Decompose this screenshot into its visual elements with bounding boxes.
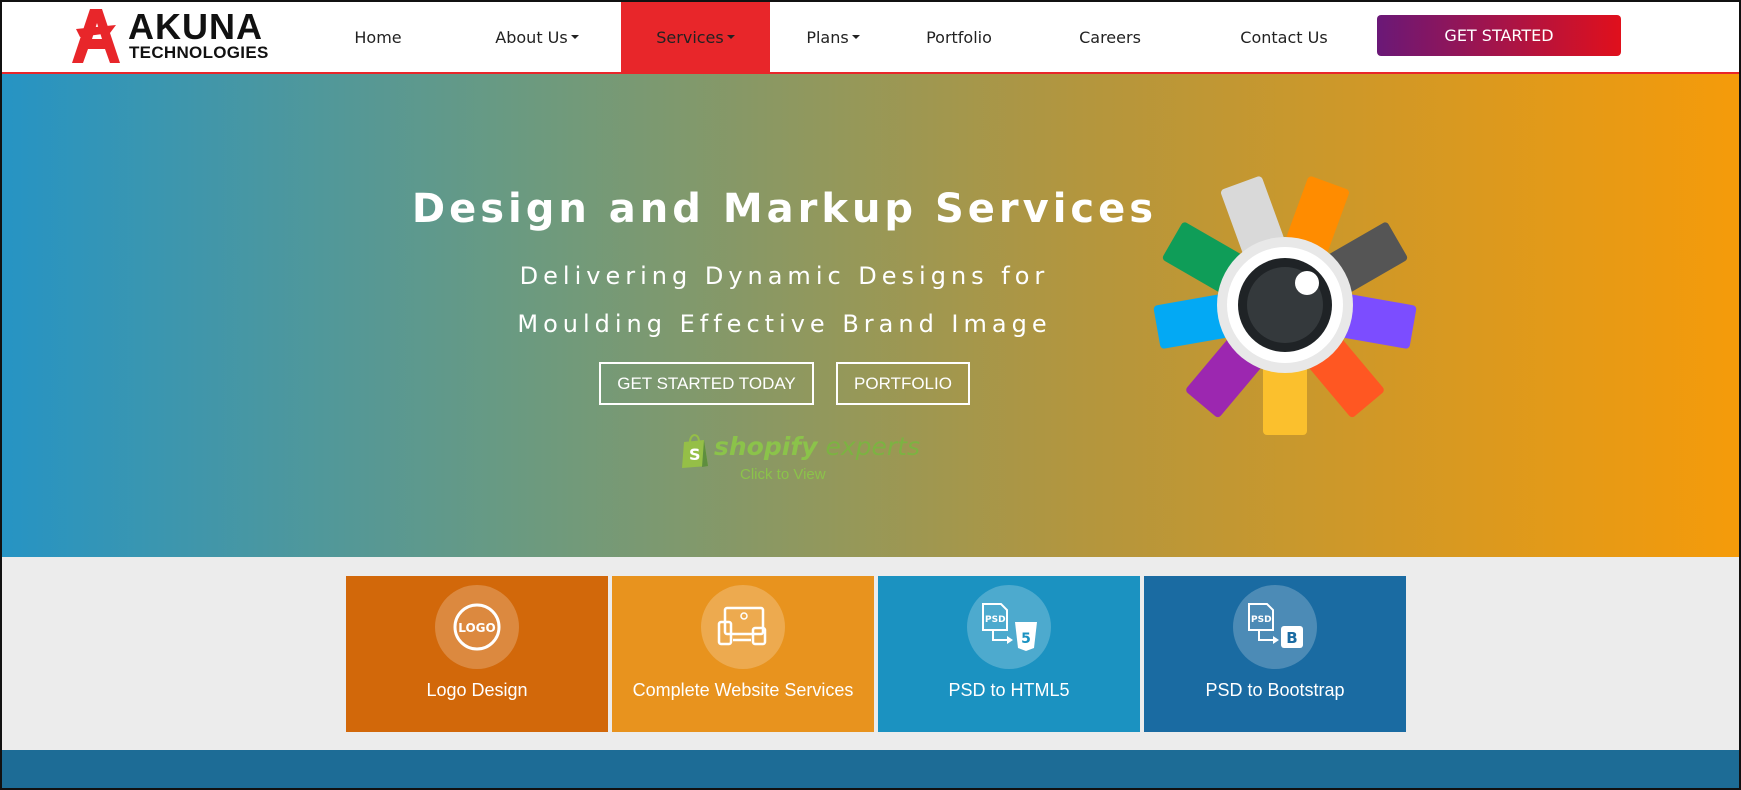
svg-text:PSD: PSD — [985, 615, 1006, 625]
nav-item-portfolio[interactable]: Portfolio — [910, 2, 1008, 72]
caret-down-icon — [726, 35, 735, 39]
nav-item-label: Careers — [1079, 27, 1141, 47]
svg-text:5: 5 — [1021, 631, 1031, 647]
shopify-bag-icon: S — [682, 434, 708, 468]
svg-text:PSD: PSD — [1251, 615, 1272, 625]
service-label: PSD to Bootstrap — [1205, 680, 1345, 700]
service-card-complete-website[interactable]: Complete Website Services — [612, 576, 874, 732]
hero-banner: Design and Markup Services Delivering Dy… — [2, 74, 1739, 557]
nav-item-label: Plans — [806, 27, 849, 47]
get-started-button[interactable]: GET STARTED — [1377, 15, 1621, 56]
devices-icon — [717, 606, 767, 646]
caret-down-icon — [851, 35, 860, 39]
shopify-word: shopify — [714, 432, 818, 461]
brand-name: AKUNA — [128, 6, 263, 47]
get-started-today-button[interactable]: GET STARTED TODAY — [599, 362, 814, 405]
navbar: AKUNA TECHNOLOGIES Home About Us Service… — [2, 2, 1739, 74]
akuna-a-logo-icon — [72, 9, 120, 63]
service-icon-circle: PSD 5 — [967, 585, 1051, 669]
nav-item-about-us[interactable]: About Us — [482, 2, 592, 72]
shopify-experts-badge[interactable]: S shopify experts Click to View — [680, 432, 920, 484]
service-card-logo-design[interactable]: LOGO Logo Design — [346, 576, 608, 732]
hero-title: Design and Markup Services — [411, 186, 1158, 232]
svg-text:LOGO: LOGO — [458, 621, 495, 635]
service-icon-circle: LOGO — [435, 585, 519, 669]
nav-item-contact-us[interactable]: Contact Us — [1229, 2, 1339, 72]
logo-badge-icon: LOGO — [453, 603, 501, 651]
next-section-band — [2, 750, 1739, 788]
svg-text:S: S — [689, 445, 701, 464]
nav-item-label: Services — [656, 27, 724, 47]
nav-item-label: Contact Us — [1240, 27, 1328, 47]
service-icon-circle — [701, 585, 785, 669]
nav-item-plans[interactable]: Plans — [792, 2, 874, 72]
nav-item-label: Portfolio — [926, 27, 992, 47]
hero-subtitle-line-2: Moulding Effective Brand Image — [517, 310, 1052, 338]
psd-html5-icon: PSD 5 — [982, 603, 1037, 651]
service-label: PSD to HTML5 — [948, 680, 1070, 700]
brand-tagline: TECHNOLOGIES — [129, 43, 269, 62]
shopify-experts-text: shopify experts — [714, 432, 920, 461]
nav-item-careers[interactable]: Careers — [1069, 2, 1151, 72]
service-label: Logo Design — [426, 680, 528, 700]
nav-item-services[interactable]: Services — [621, 2, 770, 72]
hero-subtitle-line-1: Delivering Dynamic Designs for — [519, 262, 1050, 290]
nav-item-label: About Us — [495, 27, 568, 47]
page-frame: AKUNA TECHNOLOGIES Home About Us Service… — [0, 0, 1741, 790]
svg-text:B: B — [1286, 629, 1297, 647]
brand-logo[interactable]: AKUNA TECHNOLOGIES — [72, 7, 282, 63]
camera-aperture-icon — [1153, 176, 1417, 435]
nav-item-home[interactable]: Home — [332, 2, 424, 72]
nav-item-label: Home — [354, 27, 402, 47]
click-to-view-link[interactable]: Click to View — [740, 466, 826, 483]
service-card-psd-to-html5[interactable]: PSD 5 PSD to HTML5 — [878, 576, 1140, 732]
service-label: Complete Website Services — [632, 680, 854, 700]
experts-word: experts — [825, 432, 920, 461]
hero-subtitle: Delivering Dynamic Designs for Moulding … — [402, 252, 1167, 348]
psd-bootstrap-icon: PSD B — [1248, 603, 1303, 648]
portfolio-button[interactable]: PORTFOLIO — [836, 362, 970, 405]
service-card-psd-to-bootstrap[interactable]: PSD B PSD to Bootstrap — [1144, 576, 1406, 732]
service-icon-circle: PSD B — [1233, 585, 1317, 669]
caret-down-icon — [570, 35, 579, 39]
